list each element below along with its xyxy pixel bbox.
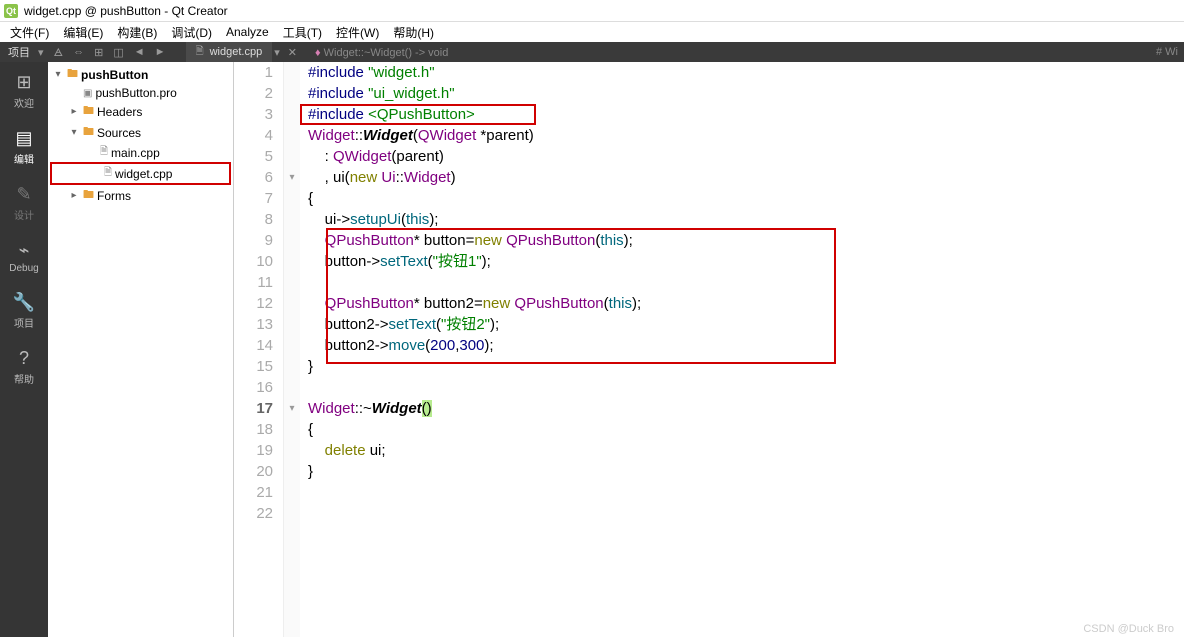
add-icon[interactable]: ⊞ xyxy=(92,46,105,59)
menu-debug[interactable]: 调试(D) xyxy=(165,22,218,43)
menu-help[interactable]: 帮助(H) xyxy=(387,22,440,43)
mode-sidebar: ⊞欢迎 ▤编辑 ✎设计 ⌁Debug 🔧项目 ?帮助 xyxy=(0,62,48,637)
sidebar-item-projects[interactable]: 🔧项目 xyxy=(13,292,35,330)
debug-icon: ⌁ xyxy=(19,240,30,261)
help-icon: ? xyxy=(19,348,29,369)
project-tree-panel: ▾🖿pushButton ▣pushButton.pro ▸🖿Headers ▾… xyxy=(48,62,234,637)
folder-icon: 🖿 xyxy=(83,123,94,142)
edit-icon: ▤ xyxy=(15,128,32,149)
tab-filename: widget.cpp xyxy=(210,46,263,58)
dropdown-icon[interactable]: ▾ xyxy=(36,46,46,59)
fold-column[interactable]: ▾▾ xyxy=(284,62,300,637)
tree-main-cpp[interactable]: 🗎main.cpp xyxy=(48,143,233,162)
project-file-icon: ▣ xyxy=(83,88,92,99)
watermark: CSDN @Duck Bro xyxy=(1083,623,1174,635)
code-editor[interactable]: 12345678910111213141516171819202122 ▾▾ #… xyxy=(234,62,1184,637)
tree-sources[interactable]: ▾🖿Sources xyxy=(48,122,233,143)
tree-forms[interactable]: ▸🖿Forms xyxy=(48,185,233,206)
sidebar-item-edit[interactable]: ▤编辑 xyxy=(14,128,34,166)
link-icon[interactable]: ⇔ xyxy=(71,46,86,58)
nav-back-icon[interactable]: ◄ xyxy=(132,46,147,58)
toolbar-right-text: # Wi xyxy=(1156,46,1184,58)
editor-tab[interactable]: 🗎 widget.cpp xyxy=(186,42,273,63)
design-icon: ✎ xyxy=(16,184,31,205)
folder-icon: 🖿 xyxy=(67,65,78,84)
title-bar: Qt widget.cpp @ pushButton - Qt Creator xyxy=(0,0,1184,22)
tree-root[interactable]: ▾🖿pushButton xyxy=(48,64,233,85)
tab-dropdown-icon[interactable]: ▾ xyxy=(272,46,282,59)
app-icon: Qt xyxy=(4,4,18,18)
line-gutter: 12345678910111213141516171819202122 xyxy=(234,62,284,637)
cpp-file-icon: 🗎 xyxy=(104,165,112,182)
tree-widget-cpp[interactable]: 🗎widget.cpp xyxy=(50,162,231,185)
top-toolbar: 项目 ▾ 🜁 ⇔ ⊞ ◫ ◄ ► 🗎 widget.cpp ▾ ✕ ♦ Widg… xyxy=(0,42,1184,62)
project-selector-label[interactable]: 项目 xyxy=(8,44,30,60)
menu-build[interactable]: 构建(B) xyxy=(111,22,163,43)
sidebar-item-welcome[interactable]: ⊞欢迎 xyxy=(14,72,34,110)
code-body[interactable]: #include "widget.h" #include "ui_widget.… xyxy=(300,62,1184,637)
menu-analyze[interactable]: Analyze xyxy=(220,23,275,41)
folder-icon: 🖿 xyxy=(83,186,94,205)
tab-close-icon[interactable]: ✕ xyxy=(282,46,303,59)
welcome-icon: ⊞ xyxy=(16,72,31,93)
projects-icon: 🔧 xyxy=(13,292,35,313)
menu-file[interactable]: 文件(F) xyxy=(4,22,55,43)
menu-control[interactable]: 控件(W) xyxy=(330,22,385,43)
sidebar-item-debug[interactable]: ⌁Debug xyxy=(9,240,38,274)
breadcrumb[interactable]: ♦ Widget::~Widget() -> void xyxy=(315,46,448,59)
sidebar-item-help[interactable]: ?帮助 xyxy=(14,348,34,386)
nav-fwd-icon[interactable]: ► xyxy=(153,46,168,58)
cpp-file-icon: 🗎 xyxy=(100,144,108,161)
split-icon[interactable]: ◫ xyxy=(111,46,125,59)
sidebar-item-design[interactable]: ✎设计 xyxy=(14,184,34,222)
document-icon: 🗎 xyxy=(196,44,204,61)
tree-headers[interactable]: ▸🖿Headers xyxy=(48,101,233,122)
tree-pro-file[interactable]: ▣pushButton.pro xyxy=(48,85,233,101)
window-title: widget.cpp @ pushButton - Qt Creator xyxy=(24,4,228,18)
menu-tools[interactable]: 工具(T) xyxy=(277,22,328,43)
folder-icon: 🖿 xyxy=(83,102,94,121)
menu-edit[interactable]: 编辑(E) xyxy=(57,22,109,43)
menu-bar: 文件(F) 编辑(E) 构建(B) 调试(D) Analyze 工具(T) 控件… xyxy=(0,22,1184,42)
filter-icon[interactable]: 🜁 xyxy=(52,41,66,63)
